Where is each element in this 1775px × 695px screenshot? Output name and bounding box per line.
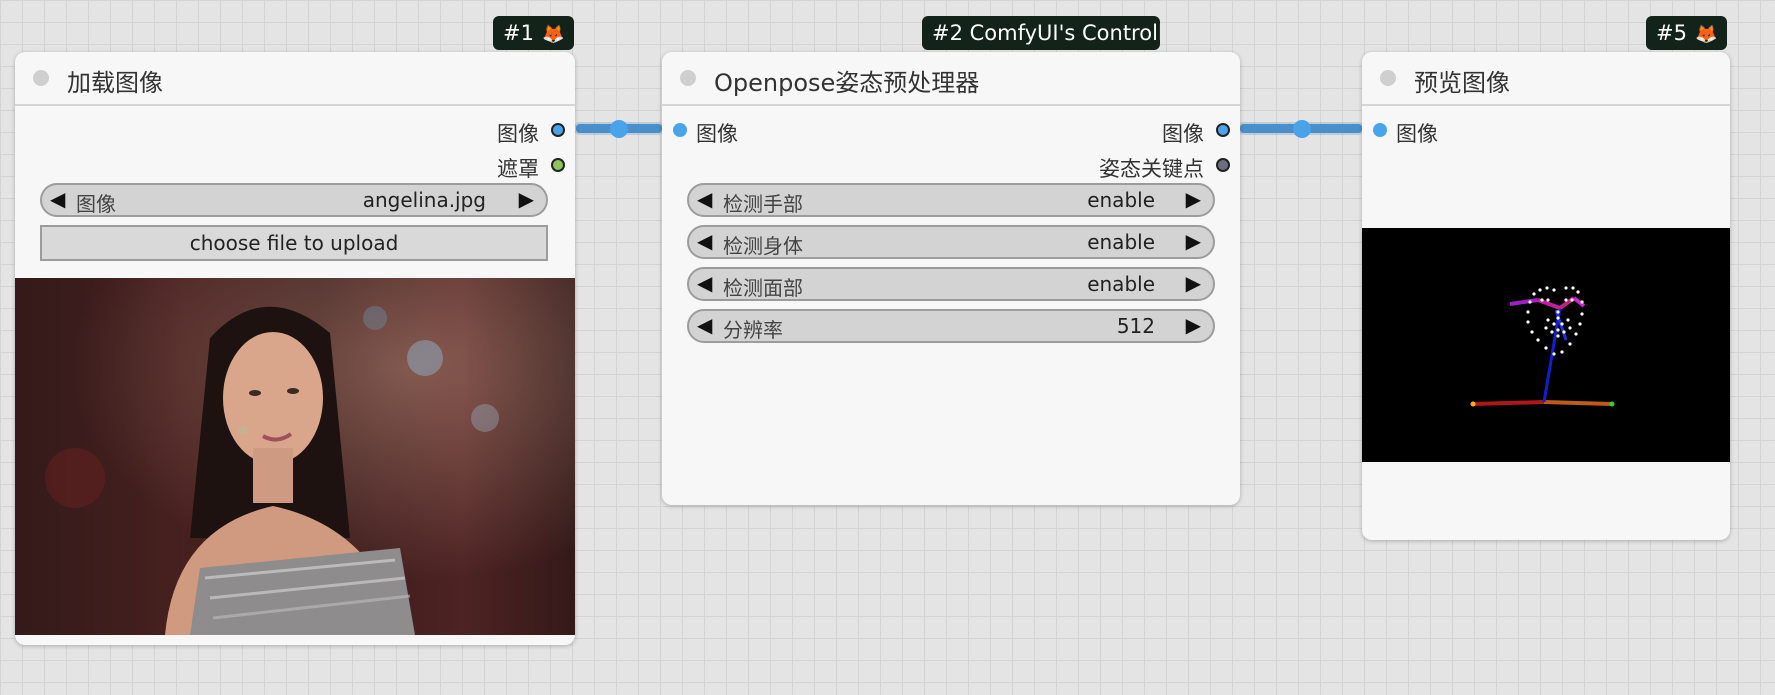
output-slot-image-label: 图像 xyxy=(1162,122,1204,146)
arrow-left-icon[interactable]: ◀ xyxy=(697,187,712,211)
link-reroute-dot[interactable] xyxy=(610,120,628,138)
load-image-node[interactable]: 加载图像 图像 遮罩 ◀ 图像 angelina.jpg ▶ choose fi… xyxy=(15,52,575,645)
badge-text: #1 xyxy=(503,21,534,45)
output-slot-image[interactable] xyxy=(1216,123,1230,137)
openpose-preprocessor-node[interactable]: Openpose姿态预处理器 图像 图像 姿态关键点 ◀ 检测手部 enable… xyxy=(662,52,1240,505)
node-header[interactable]: 加载图像 xyxy=(15,52,575,106)
input-slot-image[interactable] xyxy=(1373,123,1387,137)
pose-preview-image xyxy=(1362,228,1730,462)
resolution-widget[interactable]: ◀ 分辨率 512 ▶ xyxy=(687,309,1215,343)
widget-label: 分辨率 xyxy=(723,318,783,342)
output-slot-pose-keypoint-label: 姿态关键点 xyxy=(1099,157,1204,181)
widget-value: enable xyxy=(1087,188,1155,212)
input-slot-image-label: 图像 xyxy=(696,122,738,146)
arrow-right-icon[interactable]: ▶ xyxy=(1186,313,1201,337)
node-title: Openpose姿态预处理器 xyxy=(714,69,980,97)
loaded-image-preview xyxy=(15,278,575,635)
arrow-left-icon[interactable]: ◀ xyxy=(697,229,712,253)
arrow-right-icon[interactable]: ▶ xyxy=(1186,271,1201,295)
node-id-badge: #2 ComfyUI's ControlNet Au.. xyxy=(922,16,1160,50)
upload-button[interactable]: choose file to upload xyxy=(40,225,548,261)
output-slot-image-label: 图像 xyxy=(497,122,539,146)
widget-value: angelina.jpg xyxy=(362,188,486,212)
arrow-right-icon[interactable]: ▶ xyxy=(1186,229,1201,253)
widget-value: enable xyxy=(1087,230,1155,254)
portrait-photo xyxy=(15,278,575,635)
node-title: 加载图像 xyxy=(67,69,163,97)
input-slot-image-label: 图像 xyxy=(1396,122,1438,146)
detect-hand-widget[interactable]: ◀ 检测手部 enable ▶ xyxy=(687,183,1215,217)
widget-label: 图像 xyxy=(76,192,116,216)
input-slot-image[interactable] xyxy=(673,123,687,137)
arrow-right-icon[interactable]: ▶ xyxy=(519,187,534,211)
arrow-left-icon[interactable]: ◀ xyxy=(697,271,712,295)
detect-face-widget[interactable]: ◀ 检测面部 enable ▶ xyxy=(687,267,1215,301)
node-id-badge: #5 🦊 xyxy=(1646,16,1728,50)
output-slot-mask[interactable] xyxy=(551,158,565,172)
widget-label: 检测身体 xyxy=(723,234,803,258)
badge-text: #5 xyxy=(1656,21,1687,45)
arrow-left-icon[interactable]: ◀ xyxy=(697,313,712,337)
node-header[interactable]: 预览图像 xyxy=(1362,52,1730,106)
link-reroute-dot[interactable] xyxy=(1293,120,1311,138)
arrow-left-icon[interactable]: ◀ xyxy=(50,187,65,211)
widget-label: 检测面部 xyxy=(723,276,803,300)
collapse-dot[interactable] xyxy=(33,70,49,86)
widget-value: enable xyxy=(1087,272,1155,296)
node-header[interactable]: Openpose姿态预处理器 xyxy=(662,52,1240,106)
node-title: 预览图像 xyxy=(1414,69,1510,97)
fox-icon: 🦊 xyxy=(541,24,565,45)
widget-label: 检测手部 xyxy=(723,192,803,216)
fox-icon: 🦊 xyxy=(1694,24,1718,45)
collapse-dot[interactable] xyxy=(680,70,696,86)
detect-body-widget[interactable]: ◀ 检测身体 enable ▶ xyxy=(687,225,1215,259)
preview-image-node[interactable]: 预览图像 图像 xyxy=(1362,52,1730,540)
node-id-badge: #1 🦊 xyxy=(493,16,575,50)
badge-text: #2 ComfyUI's ControlNet Au.. xyxy=(932,21,1160,45)
output-slot-image[interactable] xyxy=(551,123,565,137)
image-select-widget[interactable]: ◀ 图像 angelina.jpg ▶ xyxy=(40,183,548,217)
output-slot-pose-keypoint[interactable] xyxy=(1216,158,1230,172)
arrow-right-icon[interactable]: ▶ xyxy=(1186,187,1201,211)
widget-value: 512 xyxy=(1116,314,1155,338)
collapse-dot[interactable] xyxy=(1380,70,1396,86)
pose-skeleton xyxy=(1470,286,1615,407)
output-slot-mask-label: 遮罩 xyxy=(497,157,539,181)
